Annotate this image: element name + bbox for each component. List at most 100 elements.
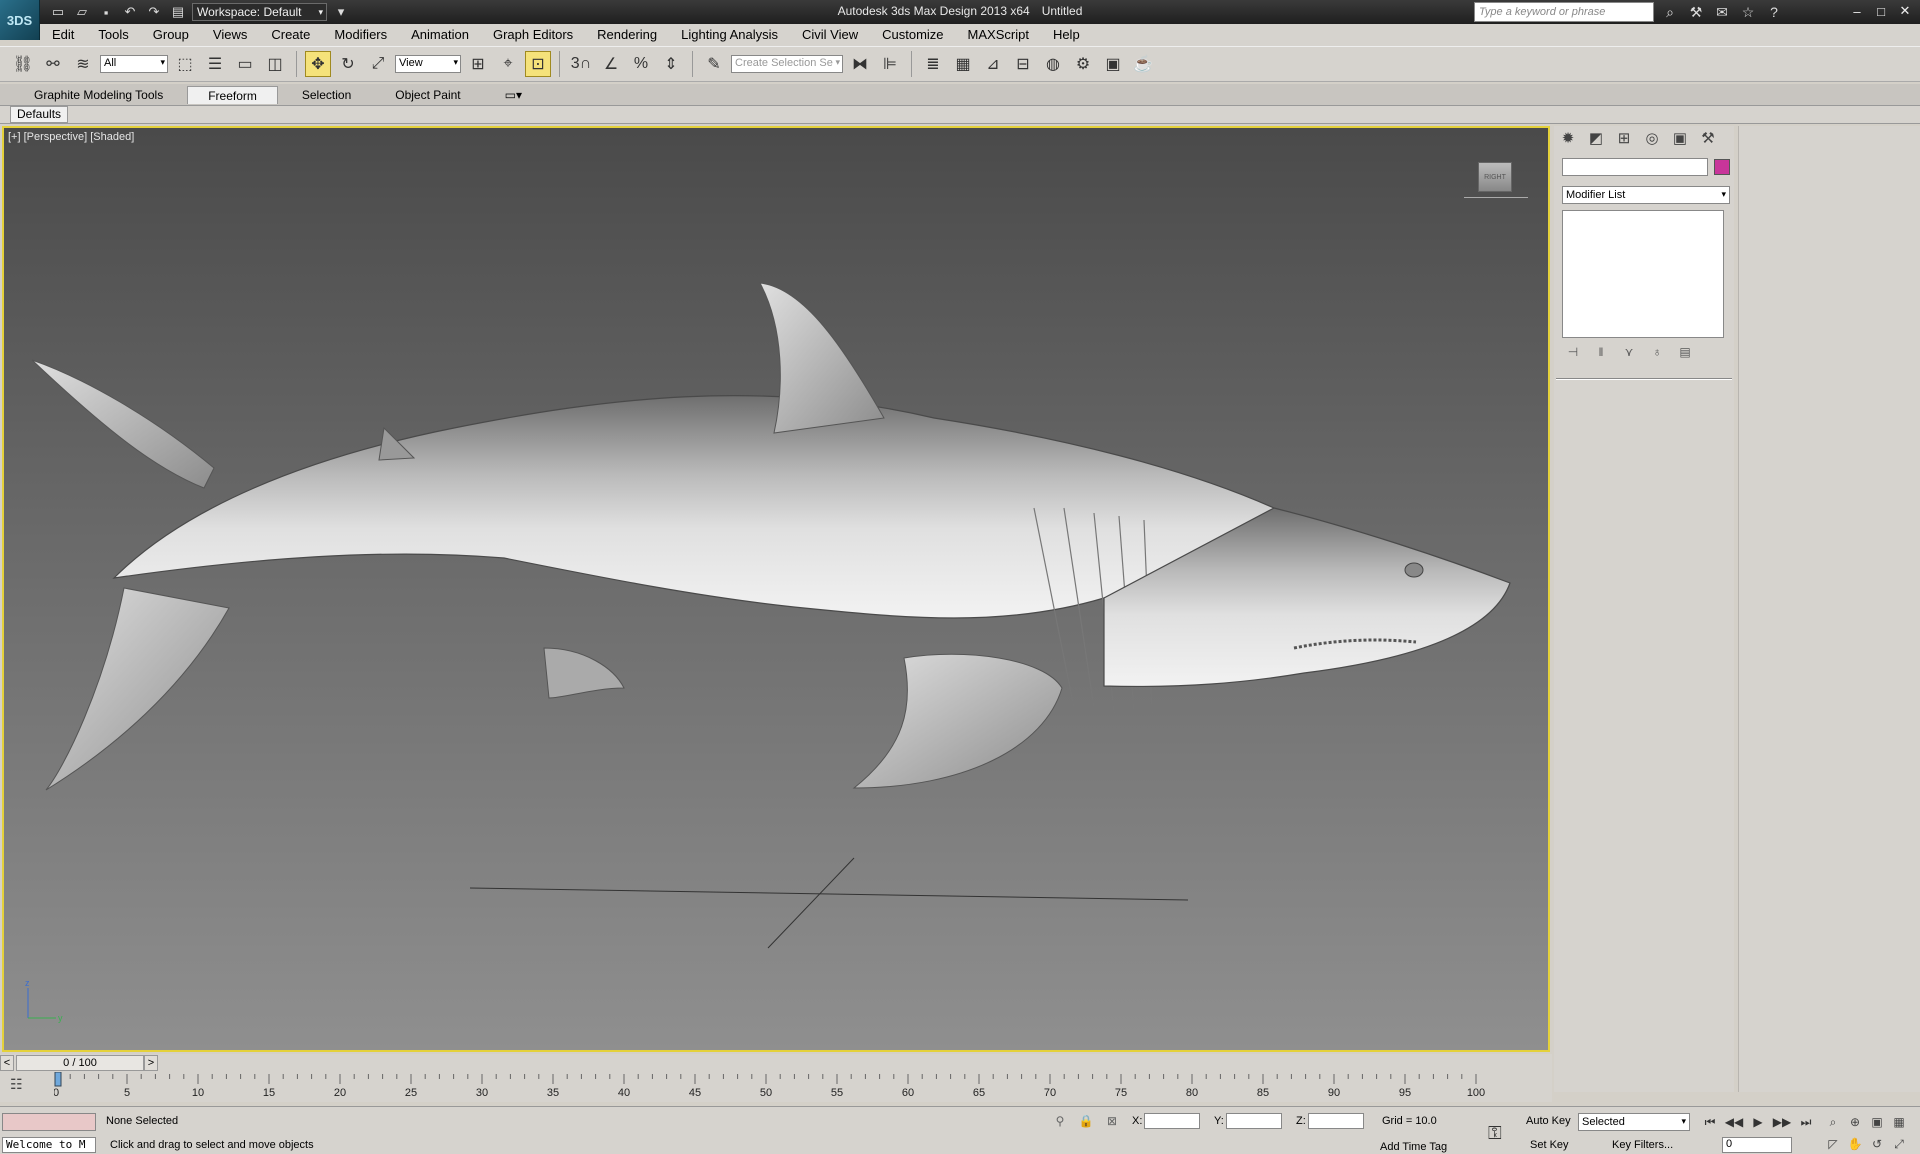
layer-manager-icon[interactable]: ≣ <box>920 51 946 77</box>
menu-tools[interactable]: Tools <box>86 24 140 46</box>
material-editor-icon[interactable]: ◍ <box>1040 51 1066 77</box>
time-slider-next-button[interactable]: > <box>144 1055 158 1071</box>
create-tab-icon[interactable]: ✹ <box>1556 126 1580 150</box>
pin-stack-icon[interactable]: ⊣ <box>1564 344 1582 360</box>
minimize-icon[interactable]: – <box>1846 2 1868 20</box>
open-file-icon[interactable]: ▱ <box>72 2 92 22</box>
zoom-extents-icon[interactable]: ▣ <box>1868 1113 1886 1131</box>
subscription-icon[interactable]: ⚒ <box>1686 2 1706 22</box>
perspective-viewport[interactable]: [+] [Perspective] [Shaded] RIGHT z y <box>2 126 1550 1052</box>
time-slider-thumb[interactable]: 0 / 100 <box>16 1055 144 1071</box>
pivot-center-icon[interactable]: ⊞ <box>465 51 491 77</box>
menu-maxscript[interactable]: MAXScript <box>956 24 1041 46</box>
align-icon[interactable]: ⊫ <box>877 51 903 77</box>
auto-key-button[interactable]: Auto Key <box>1526 1115 1571 1127</box>
help-icon[interactable]: ? <box>1764 2 1784 22</box>
menu-group[interactable]: Group <box>141 24 201 46</box>
key-icon[interactable]: ⚿ <box>1488 1123 1502 1144</box>
spinner-snap-icon[interactable]: ⇕ <box>658 51 684 77</box>
field-of-view-icon[interactable]: ◸ <box>1824 1135 1842 1153</box>
application-button[interactable]: 3DS <box>0 0 40 40</box>
schematic-view-icon[interactable]: ⊟ <box>1010 51 1036 77</box>
current-frame-marker[interactable] <box>54 1072 62 1087</box>
menu-animation[interactable]: Animation <box>399 24 481 46</box>
viewcube[interactable]: RIGHT <box>1478 162 1512 192</box>
reference-coordinate-dropdown[interactable]: View ▾ <box>395 55 461 73</box>
add-time-tag-button[interactable]: Add Time Tag <box>1380 1141 1447 1153</box>
edit-named-selection-icon[interactable]: ✎ <box>701 51 727 77</box>
mini-curve-editor-icon[interactable]: ☷ <box>10 1076 32 1094</box>
redo-icon[interactable]: ↷ <box>144 2 164 22</box>
rectangular-selection-icon[interactable]: ▭ <box>232 51 258 77</box>
menu-civil-view[interactable]: Civil View <box>790 24 870 46</box>
tab-selection[interactable]: Selection <box>282 86 371 104</box>
select-manipulate-icon[interactable]: ⌖ <box>495 51 521 77</box>
absolute-relative-toggle-icon[interactable]: ⊠ <box>1104 1113 1120 1129</box>
time-slider-prev-button[interactable]: < <box>0 1055 14 1071</box>
keyboard-shortcut-override-icon[interactable]: ⊡ <box>525 51 551 77</box>
configure-modifier-sets-icon[interactable]: ▤ <box>1676 344 1694 360</box>
coord-y-field[interactable] <box>1225 1113 1282 1129</box>
modifier-list-dropdown[interactable]: Modifier List ▾ <box>1562 186 1730 204</box>
make-unique-icon[interactable]: ⋎ <box>1620 344 1638 360</box>
maximize-icon[interactable]: □ <box>1870 2 1892 20</box>
favorites-star-icon[interactable]: ☆ <box>1738 2 1758 22</box>
select-and-move-icon[interactable]: ✥ <box>305 51 331 77</box>
menu-views[interactable]: Views <box>201 24 259 46</box>
render-setup-icon[interactable]: ⚙ <box>1070 51 1096 77</box>
maximize-viewport-icon[interactable]: ⤢ <box>1890 1135 1908 1153</box>
unlink-icon[interactable]: ⚯ <box>40 51 66 77</box>
coord-x-field[interactable] <box>1144 1113 1201 1129</box>
menu-edit[interactable]: Edit <box>40 24 86 46</box>
window-crossing-icon[interactable]: ◫ <box>262 51 288 77</box>
percent-snap-icon[interactable]: % <box>628 51 654 77</box>
object-name-field[interactable] <box>1562 158 1708 176</box>
menu-create[interactable]: Create <box>259 24 322 46</box>
modify-tab-icon[interactable]: ◩ <box>1584 126 1608 150</box>
modifier-stack[interactable] <box>1562 210 1724 338</box>
select-and-scale-icon[interactable]: ⤢ <box>365 51 391 77</box>
orbit-icon[interactable]: ↺ <box>1868 1135 1886 1153</box>
go-to-end-icon[interactable]: ⏭ <box>1796 1113 1816 1131</box>
menu-customize[interactable]: Customize <box>870 24 955 46</box>
link-icon[interactable]: ⛓ <box>10 51 36 77</box>
tab-graphite-modeling-tools[interactable]: Graphite Modeling Tools <box>14 86 183 104</box>
menu-lighting-analysis[interactable]: Lighting Analysis <box>669 24 790 46</box>
graphite-toggle-icon[interactable]: ▦ <box>950 51 976 77</box>
viewcube-compass[interactable] <box>1464 194 1528 198</box>
curve-editor-icon[interactable]: ⊿ <box>980 51 1006 77</box>
project-folder-icon[interactable]: ▤ <box>168 2 188 22</box>
selection-filter-dropdown[interactable]: All ▾ <box>100 55 168 73</box>
set-key-button[interactable]: Set Key <box>1530 1139 1569 1151</box>
play-icon[interactable]: ▶ <box>1748 1113 1768 1131</box>
ribbon-options-icon[interactable]: ▭▾ <box>485 86 542 104</box>
tab-freeform[interactable]: Freeform <box>187 85 278 104</box>
angle-snap-icon[interactable]: ∠ <box>598 51 624 77</box>
previous-frame-icon[interactable]: ◀◀ <box>1724 1113 1744 1131</box>
mirror-icon[interactable]: ⧓ <box>847 51 873 77</box>
remove-modifier-icon[interactable]: ♁ <box>1648 344 1666 360</box>
pan-icon[interactable]: ✋ <box>1846 1135 1864 1153</box>
binoculars-icon[interactable]: ⌕ <box>1660 2 1680 22</box>
bind-space-warp-icon[interactable]: ≋ <box>70 51 96 77</box>
panel-defaults[interactable]: Defaults <box>10 106 69 123</box>
rendered-frame-window-icon[interactable]: ▣ <box>1100 51 1126 77</box>
save-file-icon[interactable]: ▪ <box>96 2 116 22</box>
selection-lock-icon[interactable]: 🔒 <box>1078 1113 1094 1129</box>
menu-modifiers[interactable]: Modifiers <box>322 24 399 46</box>
select-and-rotate-icon[interactable]: ↻ <box>335 51 361 77</box>
undo-icon[interactable]: ↶ <box>120 2 140 22</box>
go-to-start-icon[interactable]: ⏮ <box>1700 1113 1720 1131</box>
select-object-icon[interactable]: ⬚ <box>172 51 198 77</box>
new-file-icon[interactable]: ▭ <box>48 2 68 22</box>
maxscript-listener-mini[interactable] <box>2 1113 96 1131</box>
viewport-label[interactable]: [+] [Perspective] [Shaded] <box>8 131 134 143</box>
communication-center-icon[interactable]: ✉ <box>1712 2 1732 22</box>
show-end-result-icon[interactable]: ‖ <box>1592 344 1610 360</box>
hierarchy-tab-icon[interactable]: ⊞ <box>1612 126 1636 150</box>
current-frame-field[interactable]: 0 <box>1722 1137 1792 1153</box>
key-mode-dropdown[interactable]: Selected ▾ <box>1578 1113 1690 1131</box>
menu-help[interactable]: Help <box>1041 24 1092 46</box>
next-frame-icon[interactable]: ▶▶ <box>1772 1113 1792 1131</box>
object-color-swatch[interactable] <box>1714 159 1730 175</box>
